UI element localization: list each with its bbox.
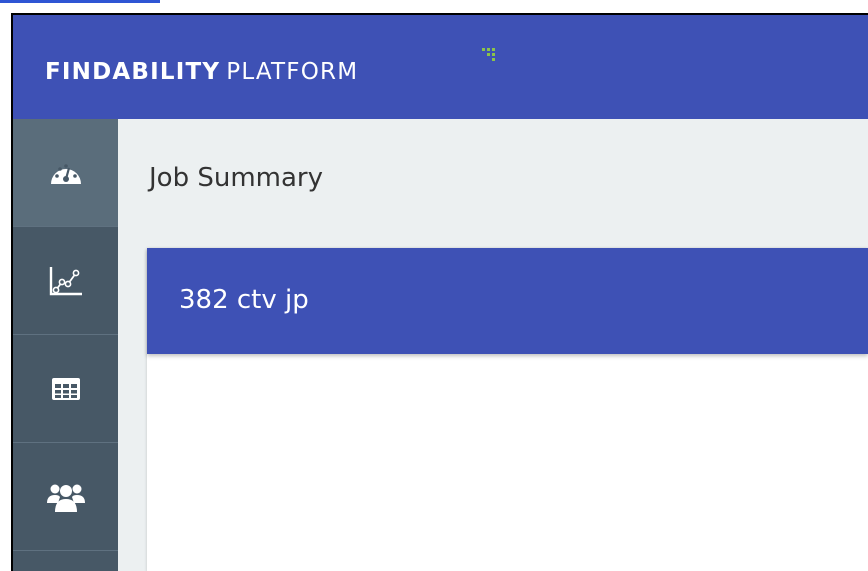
sidebar-item-users[interactable] — [13, 443, 118, 551]
brand-name-light: PLATFORM — [226, 59, 359, 85]
table-icon — [51, 377, 80, 400]
line-chart-icon — [49, 266, 82, 295]
job-card: 382 ctv jp — [147, 248, 868, 571]
page-title: Job Summary — [149, 163, 323, 193]
users-icon — [46, 484, 85, 512]
brand-logo[interactable]: FINDABILITY PLATFORM — [45, 59, 358, 85]
app-header: FINDABILITY PLATFORM — [13, 15, 868, 119]
brand-dots-icon — [482, 48, 495, 61]
brand-name-bold: FINDABILITY — [45, 59, 221, 85]
sidebar-item-dashboard[interactable] — [13, 119, 118, 227]
sidebar-item-analytics[interactable] — [13, 227, 118, 335]
top-link-underline — [0, 0, 160, 3]
app-window: FINDABILITY PLATFORM Job Summary 382 ctv… — [11, 13, 868, 571]
sidebar — [13, 119, 118, 571]
main-content: Job Summary 382 ctv jp — [118, 119, 868, 571]
sidebar-item-tables[interactable] — [13, 335, 118, 443]
job-card-title: 382 ctv jp — [179, 285, 309, 315]
job-card-header: 382 ctv jp — [147, 248, 868, 354]
gauge-icon — [50, 163, 81, 184]
